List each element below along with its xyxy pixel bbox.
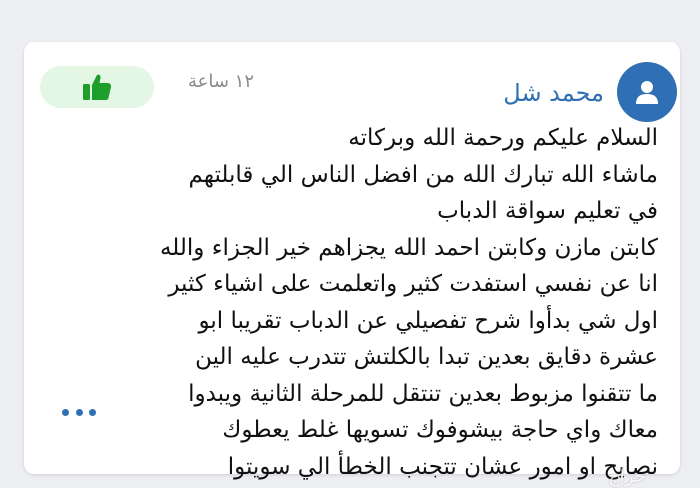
comment-timestamp: ١٢ ساعة xyxy=(187,71,254,92)
comment-line: السلام عليكم ورحمة الله وبركاته xyxy=(348,125,658,151)
user-icon xyxy=(636,81,658,104)
comment-line: في تعليم سواقة الدباب xyxy=(437,198,658,224)
comment-line: كابتن مازن وكابتن احمد الله يجزاهم خير ا… xyxy=(159,234,658,261)
comment-line: عشرة دقايق بعدين تبدا بالكلتش تتدرب عليه… xyxy=(195,344,658,370)
comment-line: ما تتقنوا مزبوط بعدين تنتقل للمرحلة الثا… xyxy=(188,380,658,407)
comment-line: ماشاء الله تبارك الله من افضل الناس الي … xyxy=(188,161,658,188)
avatar[interactable] xyxy=(617,62,677,122)
more-dots-icon[interactable] xyxy=(62,402,96,422)
comment-line: انا عن نفسي استفدت كثير واتعلمت على اشيا… xyxy=(168,271,658,297)
dot xyxy=(62,408,69,416)
author-name[interactable]: محمد شل xyxy=(454,78,604,108)
watermark-logo: حراج xyxy=(608,466,646,487)
dot xyxy=(89,408,96,416)
comment-body: السلام عليكم ورحمة الله وبركاته ماشاء ال… xyxy=(120,120,658,485)
thumbs-up-icon xyxy=(83,74,112,100)
comment-line: اول شي بدأوا شرح تفصيلي عن الدباب تقريبا… xyxy=(198,307,658,334)
like-button[interactable] xyxy=(40,66,154,108)
dot xyxy=(75,408,83,416)
comment-card: محمد شل ١٢ ساعة السلام عليكم ورحمة الله … xyxy=(24,42,680,480)
comment-line: معاك واي حاجة بيشوفوك تسويها غلط يعطوك xyxy=(222,417,658,443)
